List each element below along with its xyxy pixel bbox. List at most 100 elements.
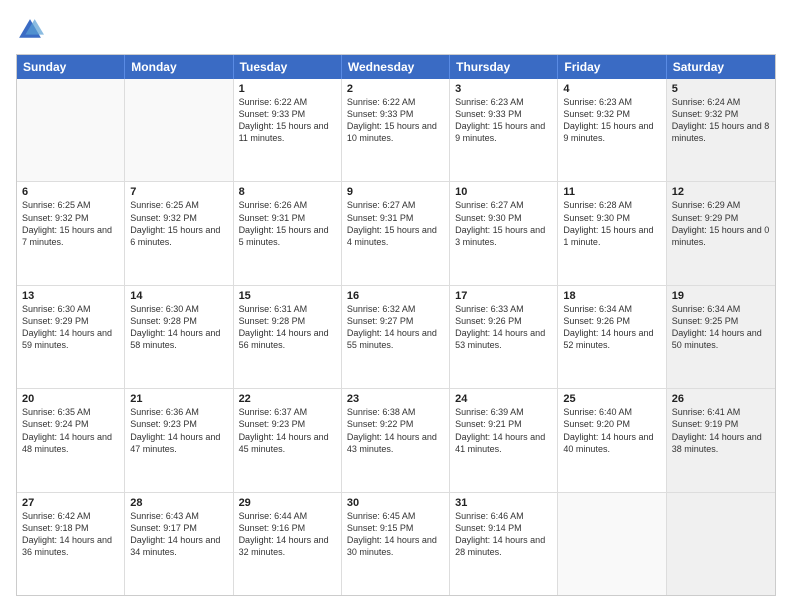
calendar-cell-day-5: 5Sunrise: 6:24 AM Sunset: 9:32 PM Daylig… <box>667 79 775 181</box>
day-number: 9 <box>347 186 444 198</box>
day-info: Sunrise: 6:25 AM Sunset: 9:32 PM Dayligh… <box>22 199 119 248</box>
day-info: Sunrise: 6:30 AM Sunset: 9:28 PM Dayligh… <box>130 303 227 352</box>
weekday-header-wednesday: Wednesday <box>342 55 450 79</box>
calendar-cell-day-19: 19Sunrise: 6:34 AM Sunset: 9:25 PM Dayli… <box>667 286 775 388</box>
day-info: Sunrise: 6:43 AM Sunset: 9:17 PM Dayligh… <box>130 510 227 559</box>
calendar-row-4: 20Sunrise: 6:35 AM Sunset: 9:24 PM Dayli… <box>17 388 775 491</box>
day-number: 29 <box>239 497 336 509</box>
calendar-cell-day-1: 1Sunrise: 6:22 AM Sunset: 9:33 PM Daylig… <box>234 79 342 181</box>
day-info: Sunrise: 6:30 AM Sunset: 9:29 PM Dayligh… <box>22 303 119 352</box>
day-number: 18 <box>563 290 660 302</box>
header <box>16 16 776 44</box>
calendar-cell-day-16: 16Sunrise: 6:32 AM Sunset: 9:27 PM Dayli… <box>342 286 450 388</box>
day-number: 3 <box>455 83 552 95</box>
day-number: 10 <box>455 186 552 198</box>
calendar-cell-empty <box>17 79 125 181</box>
day-info: Sunrise: 6:27 AM Sunset: 9:31 PM Dayligh… <box>347 199 444 248</box>
day-number: 22 <box>239 393 336 405</box>
day-info: Sunrise: 6:25 AM Sunset: 9:32 PM Dayligh… <box>130 199 227 248</box>
day-number: 4 <box>563 83 660 95</box>
day-info: Sunrise: 6:41 AM Sunset: 9:19 PM Dayligh… <box>672 406 770 455</box>
day-number: 26 <box>672 393 770 405</box>
calendar-cell-day-20: 20Sunrise: 6:35 AM Sunset: 9:24 PM Dayli… <box>17 389 125 491</box>
day-number: 1 <box>239 83 336 95</box>
page: SundayMondayTuesdayWednesdayThursdayFrid… <box>0 0 792 612</box>
day-number: 14 <box>130 290 227 302</box>
calendar-cell-empty <box>667 493 775 595</box>
day-info: Sunrise: 6:26 AM Sunset: 9:31 PM Dayligh… <box>239 199 336 248</box>
day-info: Sunrise: 6:22 AM Sunset: 9:33 PM Dayligh… <box>347 96 444 145</box>
calendar-body: 1Sunrise: 6:22 AM Sunset: 9:33 PM Daylig… <box>17 79 775 595</box>
day-number: 8 <box>239 186 336 198</box>
day-number: 2 <box>347 83 444 95</box>
calendar-cell-day-25: 25Sunrise: 6:40 AM Sunset: 9:20 PM Dayli… <box>558 389 666 491</box>
day-info: Sunrise: 6:23 AM Sunset: 9:33 PM Dayligh… <box>455 96 552 145</box>
calendar-cell-day-22: 22Sunrise: 6:37 AM Sunset: 9:23 PM Dayli… <box>234 389 342 491</box>
weekday-header-thursday: Thursday <box>450 55 558 79</box>
calendar-cell-day-17: 17Sunrise: 6:33 AM Sunset: 9:26 PM Dayli… <box>450 286 558 388</box>
calendar-row-2: 6Sunrise: 6:25 AM Sunset: 9:32 PM Daylig… <box>17 181 775 284</box>
day-info: Sunrise: 6:24 AM Sunset: 9:32 PM Dayligh… <box>672 96 770 145</box>
calendar-cell-day-18: 18Sunrise: 6:34 AM Sunset: 9:26 PM Dayli… <box>558 286 666 388</box>
calendar-cell-day-28: 28Sunrise: 6:43 AM Sunset: 9:17 PM Dayli… <box>125 493 233 595</box>
day-number: 23 <box>347 393 444 405</box>
weekday-header-saturday: Saturday <box>667 55 775 79</box>
calendar-cell-day-2: 2Sunrise: 6:22 AM Sunset: 9:33 PM Daylig… <box>342 79 450 181</box>
calendar-cell-day-13: 13Sunrise: 6:30 AM Sunset: 9:29 PM Dayli… <box>17 286 125 388</box>
calendar-cell-day-14: 14Sunrise: 6:30 AM Sunset: 9:28 PM Dayli… <box>125 286 233 388</box>
calendar-row-3: 13Sunrise: 6:30 AM Sunset: 9:29 PM Dayli… <box>17 285 775 388</box>
weekday-header-tuesday: Tuesday <box>234 55 342 79</box>
day-number: 27 <box>22 497 119 509</box>
day-info: Sunrise: 6:22 AM Sunset: 9:33 PM Dayligh… <box>239 96 336 145</box>
day-number: 24 <box>455 393 552 405</box>
day-info: Sunrise: 6:36 AM Sunset: 9:23 PM Dayligh… <box>130 406 227 455</box>
calendar-header: SundayMondayTuesdayWednesdayThursdayFrid… <box>17 55 775 79</box>
day-number: 19 <box>672 290 770 302</box>
day-number: 11 <box>563 186 660 198</box>
logo <box>16 16 48 44</box>
day-number: 6 <box>22 186 119 198</box>
calendar-cell-day-9: 9Sunrise: 6:27 AM Sunset: 9:31 PM Daylig… <box>342 182 450 284</box>
calendar-cell-day-24: 24Sunrise: 6:39 AM Sunset: 9:21 PM Dayli… <box>450 389 558 491</box>
day-info: Sunrise: 6:46 AM Sunset: 9:14 PM Dayligh… <box>455 510 552 559</box>
day-number: 21 <box>130 393 227 405</box>
calendar-cell-day-7: 7Sunrise: 6:25 AM Sunset: 9:32 PM Daylig… <box>125 182 233 284</box>
calendar-cell-day-21: 21Sunrise: 6:36 AM Sunset: 9:23 PM Dayli… <box>125 389 233 491</box>
calendar-cell-day-4: 4Sunrise: 6:23 AM Sunset: 9:32 PM Daylig… <box>558 79 666 181</box>
day-info: Sunrise: 6:40 AM Sunset: 9:20 PM Dayligh… <box>563 406 660 455</box>
calendar-cell-day-8: 8Sunrise: 6:26 AM Sunset: 9:31 PM Daylig… <box>234 182 342 284</box>
day-info: Sunrise: 6:42 AM Sunset: 9:18 PM Dayligh… <box>22 510 119 559</box>
calendar-cell-day-27: 27Sunrise: 6:42 AM Sunset: 9:18 PM Dayli… <box>17 493 125 595</box>
calendar-cell-day-3: 3Sunrise: 6:23 AM Sunset: 9:33 PM Daylig… <box>450 79 558 181</box>
day-number: 16 <box>347 290 444 302</box>
calendar-cell-day-23: 23Sunrise: 6:38 AM Sunset: 9:22 PM Dayli… <box>342 389 450 491</box>
calendar-row-5: 27Sunrise: 6:42 AM Sunset: 9:18 PM Dayli… <box>17 492 775 595</box>
day-info: Sunrise: 6:29 AM Sunset: 9:29 PM Dayligh… <box>672 199 770 248</box>
weekday-header-sunday: Sunday <box>17 55 125 79</box>
day-info: Sunrise: 6:44 AM Sunset: 9:16 PM Dayligh… <box>239 510 336 559</box>
day-number: 20 <box>22 393 119 405</box>
calendar-cell-empty <box>558 493 666 595</box>
logo-icon <box>16 16 44 44</box>
calendar-cell-day-11: 11Sunrise: 6:28 AM Sunset: 9:30 PM Dayli… <box>558 182 666 284</box>
weekday-header-friday: Friday <box>558 55 666 79</box>
calendar-cell-day-6: 6Sunrise: 6:25 AM Sunset: 9:32 PM Daylig… <box>17 182 125 284</box>
day-info: Sunrise: 6:28 AM Sunset: 9:30 PM Dayligh… <box>563 199 660 248</box>
day-info: Sunrise: 6:33 AM Sunset: 9:26 PM Dayligh… <box>455 303 552 352</box>
day-number: 15 <box>239 290 336 302</box>
calendar-cell-day-30: 30Sunrise: 6:45 AM Sunset: 9:15 PM Dayli… <box>342 493 450 595</box>
day-info: Sunrise: 6:32 AM Sunset: 9:27 PM Dayligh… <box>347 303 444 352</box>
calendar: SundayMondayTuesdayWednesdayThursdayFrid… <box>16 54 776 596</box>
calendar-cell-empty <box>125 79 233 181</box>
day-number: 12 <box>672 186 770 198</box>
calendar-cell-day-12: 12Sunrise: 6:29 AM Sunset: 9:29 PM Dayli… <box>667 182 775 284</box>
calendar-cell-day-29: 29Sunrise: 6:44 AM Sunset: 9:16 PM Dayli… <box>234 493 342 595</box>
calendar-row-1: 1Sunrise: 6:22 AM Sunset: 9:33 PM Daylig… <box>17 79 775 181</box>
day-number: 31 <box>455 497 552 509</box>
day-number: 5 <box>672 83 770 95</box>
calendar-cell-day-31: 31Sunrise: 6:46 AM Sunset: 9:14 PM Dayli… <box>450 493 558 595</box>
day-info: Sunrise: 6:39 AM Sunset: 9:21 PM Dayligh… <box>455 406 552 455</box>
day-number: 28 <box>130 497 227 509</box>
calendar-cell-day-15: 15Sunrise: 6:31 AM Sunset: 9:28 PM Dayli… <box>234 286 342 388</box>
weekday-header-monday: Monday <box>125 55 233 79</box>
